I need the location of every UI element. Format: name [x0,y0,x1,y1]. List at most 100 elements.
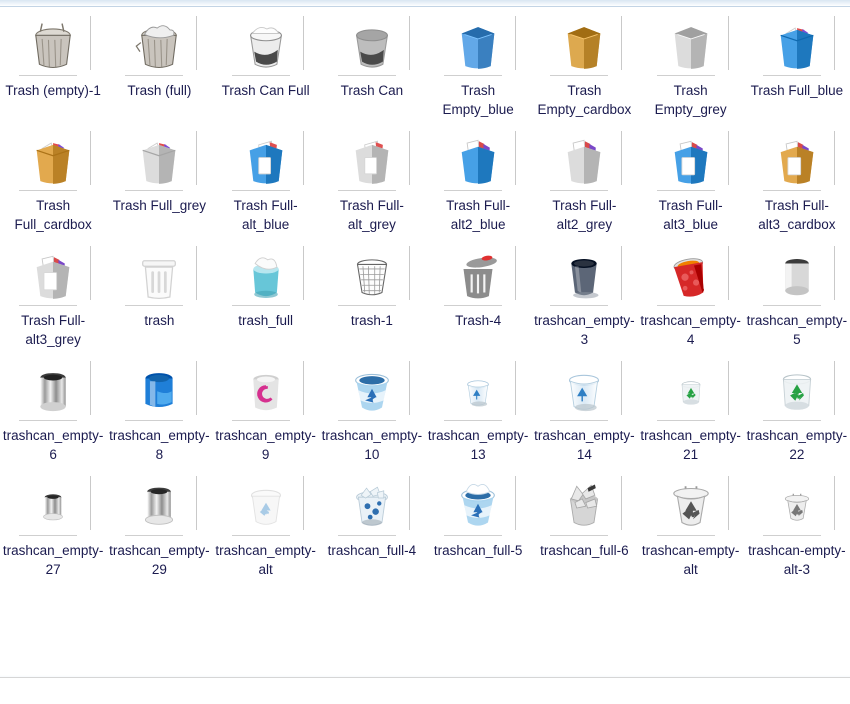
icon-grid-item[interactable]: trash_full [213,236,319,332]
icon-grid-item[interactable]: trashcan_empty-4 [638,236,744,351]
icon-grid-item[interactable]: trashcan_full-6 [531,466,637,562]
icon-grid-item[interactable]: Trash (full) [106,6,212,102]
box-full-cardboard-icon[interactable] [21,128,85,192]
thumbnail-edge-line [90,361,92,415]
small-recycle-bin-lid-icon[interactable] [765,473,829,537]
red-graffiti-bin-icon[interactable] [659,243,723,307]
grey-bin-red-lid-icon[interactable] [446,243,510,307]
box-empty-cardboard-icon[interactable] [552,13,616,77]
box-full-alt3-blue-icon[interactable] [659,128,723,192]
thumbnail-base-line [231,190,290,191]
metal-can-lid-empty-icon[interactable] [21,13,85,77]
grey-paper-full-bin-icon[interactable] [552,473,616,537]
icon-grid-item[interactable]: Trash Empty_grey [638,6,744,121]
icon-thumbnail-frame [336,472,410,538]
icon-grid-item[interactable]: trashcan-empty-alt-3 [744,466,850,581]
bucket-full-white-icon[interactable] [234,13,298,77]
small-green-recycle-bin-icon[interactable] [659,358,723,422]
icon-grid-item[interactable]: Trash Full-alt3_grey [0,236,106,351]
icon-grid-item[interactable]: trashcan_empty-5 [744,236,850,351]
icon-label: trashcan_empty-10 [321,428,423,462]
icon-grid-item[interactable]: Trash Full_blue [744,6,850,102]
thumbnail-edge-line [833,361,835,415]
icon-gallery-window: Trash (empty)-1 Trash (full) Trash Can Ful… [0,0,850,704]
blue-cylinder-icon[interactable] [127,358,191,422]
box-full-alt-blue-icon[interactable] [234,128,298,192]
icon-grid-item[interactable]: Trash-4 [425,236,531,332]
blue-recycle-bin-icon[interactable] [340,358,404,422]
debian-swirl-bin-icon[interactable] [234,358,298,422]
icon-grid-item[interactable]: trashcan_empty-10 [319,351,425,466]
blue-recycle-bin-full-icon[interactable] [446,473,510,537]
icon-grid-item[interactable]: trashcan_empty-3 [531,236,637,351]
metal-can-full-icon[interactable] [127,13,191,77]
icon-grid-item[interactable]: Trash Full-alt3_cardbox [744,121,850,236]
thumbnail-base-line [656,75,715,76]
icon-grid[interactable]: Trash (empty)-1 Trash (full) Trash Can Ful… [0,6,850,581]
thumbnail-edge-line [90,476,92,530]
box-full-alt2-grey-icon[interactable] [552,128,616,192]
thumbnail-edge-line [833,476,835,530]
outline-bin-icon[interactable] [127,243,191,307]
icon-thumbnail-frame [442,12,517,78]
thumbnail-base-line [550,420,609,421]
faint-recycle-bin-icon[interactable] [234,473,298,537]
box-full-alt3-grey-icon[interactable] [21,243,85,307]
icon-grid-item[interactable]: trashcan_empty-14 [531,351,637,466]
wire-mesh-basket-icon[interactable] [340,243,404,307]
chrome-bin-icon[interactable] [127,473,191,537]
icon-grid-item[interactable]: trashcan-empty-alt [638,466,744,581]
icon-grid-item[interactable]: trashcan_empty-27 [0,466,106,581]
recycle-bin-lid-icon[interactable] [659,473,723,537]
thumbnail-base-line [231,420,290,421]
icon-grid-item[interactable]: Trash Full-alt2_blue [425,121,531,236]
green-recycle-bin-icon[interactable] [765,358,829,422]
icon-thumbnail-frame [761,357,835,423]
icon-label: Trash (full) [127,83,192,98]
icon-grid-item[interactable]: trashcan_full-5 [425,466,531,562]
icon-grid-item[interactable]: trash [106,236,212,332]
icon-label: Trash Full_grey [112,198,207,213]
icon-grid-item[interactable]: trashcan_empty-8 [106,351,212,466]
glass-recycle-bin-icon[interactable] [552,358,616,422]
box-empty-blue-icon[interactable] [446,13,510,77]
box-full-alt-grey-icon[interactable] [340,128,404,192]
icon-grid-item[interactable]: Trash Full_grey [106,121,212,217]
icon-grid-item[interactable]: Trash Full-alt2_grey [531,121,637,236]
icon-label: Trash Full-alt_grey [339,198,404,232]
icon-grid-item[interactable]: trashcan_full-4 [319,466,425,562]
icon-grid-item[interactable]: trashcan_empty-13 [425,351,531,466]
icon-grid-item[interactable]: Trash Full_cardbox [0,121,106,236]
thumbnail-base-line [444,535,503,536]
icon-grid-item[interactable]: trashcan_empty-6 [0,351,106,466]
box-empty-grey-icon[interactable] [659,13,723,77]
icon-grid-item[interactable]: trash-1 [319,236,425,332]
cyan-can-full-icon[interactable] [234,243,298,307]
box-full-alt3-cardboard-icon[interactable] [765,128,829,192]
icon-grid-item[interactable]: Trash Full-alt3_blue [638,121,744,236]
small-chrome-bin-icon[interactable] [21,473,85,537]
small-glass-recycle-bin-icon[interactable] [446,358,510,422]
icon-grid-item[interactable]: trashcan_empty-21 [638,351,744,466]
icon-grid-item[interactable]: Trash Empty_cardbox [531,6,637,121]
box-full-blue-icon[interactable] [765,13,829,77]
icon-grid-item[interactable]: Trash Full-alt_blue [213,121,319,236]
icon-grid-item[interactable]: Trash Empty_blue [425,6,531,121]
icon-grid-item[interactable]: trashcan_empty-29 [106,466,212,581]
icon-grid-item[interactable]: Trash Can [319,6,425,102]
box-full-grey-icon[interactable] [127,128,191,192]
icon-grid-item[interactable]: Trash (empty)-1 [0,6,106,102]
icon-grid-item[interactable]: trashcan_empty-9 [213,351,319,466]
bucket-grey-icon[interactable] [340,13,404,77]
thumbnail-base-line [656,420,715,421]
icon-grid-item[interactable]: Trash Can Full [213,6,319,102]
overflowing-paper-bin-icon[interactable] [340,473,404,537]
steel-cylinder-icon[interactable] [21,358,85,422]
box-full-alt2-blue-icon[interactable] [446,128,510,192]
plain-silver-cylinder-icon[interactable] [765,243,829,307]
icon-label: Trash Full-alt2_blue [446,198,511,232]
icon-grid-item[interactable]: trashcan_empty-alt [213,466,319,581]
dark-glass-bin-icon[interactable] [552,243,616,307]
icon-grid-item[interactable]: trashcan_empty-22 [744,351,850,466]
icon-grid-item[interactable]: Trash Full-alt_grey [319,121,425,236]
